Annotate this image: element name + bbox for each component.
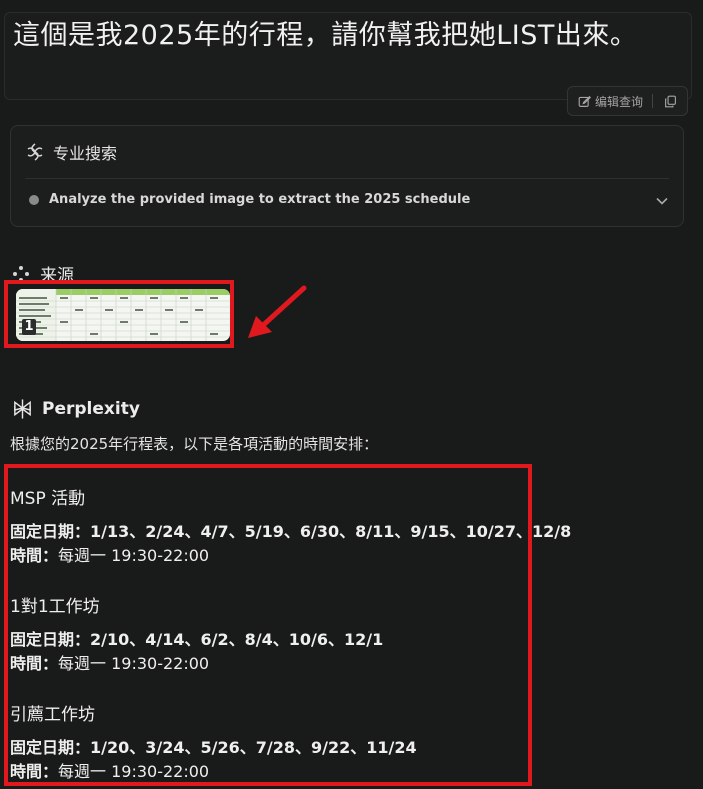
query-text: 這個是我2025年的行程，請你幫我把她LIST出來。 [13, 20, 638, 51]
query-actions: 编辑查询 [567, 86, 688, 116]
section-title: MSP 活動 [10, 489, 86, 509]
edit-query-label: 编辑查询 [595, 94, 644, 109]
dates-value: 1/13、2/24、4/7、5/19、6/30、8/11、9/15、10/27、… [90, 522, 572, 541]
time-value: 每週一 19:30-22:00 [58, 546, 210, 565]
perplexity-logo-icon [14, 399, 31, 419]
source-thumbnail[interactable]: 1 [16, 289, 230, 341]
step-status-icon [29, 194, 39, 205]
time-value: 每週一 19:30-22:00 [58, 654, 210, 673]
section-dates: 固定日期：2/10、4/14、6/2、8/4、10/6、12/1 [10, 626, 383, 650]
pro-search-icon [27, 143, 43, 161]
answer-intro: 根據您的2025年行程表，以下是各項活動的時間安排： [10, 435, 379, 453]
source-index-badge: 1 [22, 319, 36, 335]
dates-label: 固定日期： [10, 630, 91, 649]
time-label: 時間： [10, 546, 59, 565]
section-time: 時間：每週一 19:30-22:00 [10, 758, 209, 782]
edit-icon [578, 95, 591, 107]
divider [25, 178, 669, 179]
copy-icon [664, 95, 676, 107]
section-title: 1對1工作坊 [10, 597, 100, 617]
pro-search-title: 专业搜索 [53, 144, 118, 163]
answer-header: Perplexity [12, 398, 140, 420]
pro-search-header: 专业搜索 [25, 140, 117, 164]
red-arrow-annotation [248, 285, 307, 338]
perplexity-thread: 這個是我2025年的行程，請你幫我把她LIST出來。 编辑查询 专业搜索 Ana… [0, 0, 703, 789]
pro-search-step[interactable]: Analyze the provided image to extract th… [29, 192, 470, 207]
source-highlight-box: 1 [4, 280, 234, 348]
time-value: 每週一 19:30-22:00 [58, 762, 210, 781]
section-time: 時間：每週一 19:30-22:00 [10, 542, 209, 566]
dates-value: 2/10、4/14、6/2、8/4、10/6、12/1 [90, 630, 384, 649]
chevron-down-icon[interactable] [655, 194, 669, 208]
edit-query-button[interactable]: 编辑查询 [568, 87, 643, 115]
dates-label: 固定日期： [10, 522, 91, 541]
section-time: 時間：每週一 19:30-22:00 [10, 650, 209, 674]
section-dates: 固定日期：1/13、2/24、4/7、5/19、6/30、8/11、9/15、1… [10, 518, 571, 542]
pro-search-card: 专业搜索 Analyze the provided image to extra… [10, 125, 684, 227]
answer-brand: Perplexity [42, 399, 140, 419]
dates-value: 1/20、3/24、5/26、7/28、9/22、11/24 [90, 738, 417, 757]
pro-search-step-text: Analyze the provided image to extract th… [49, 192, 471, 207]
time-label: 時間： [10, 654, 59, 673]
section-dates: 固定日期：1/20、3/24、5/26、7/28、9/22、11/24 [10, 734, 417, 758]
section-title: 引薦工作坊 [10, 705, 95, 725]
schedule-table-image [16, 289, 230, 341]
dates-label: 固定日期： [10, 738, 91, 757]
copy-button[interactable] [653, 87, 687, 115]
time-label: 時間： [10, 762, 59, 781]
